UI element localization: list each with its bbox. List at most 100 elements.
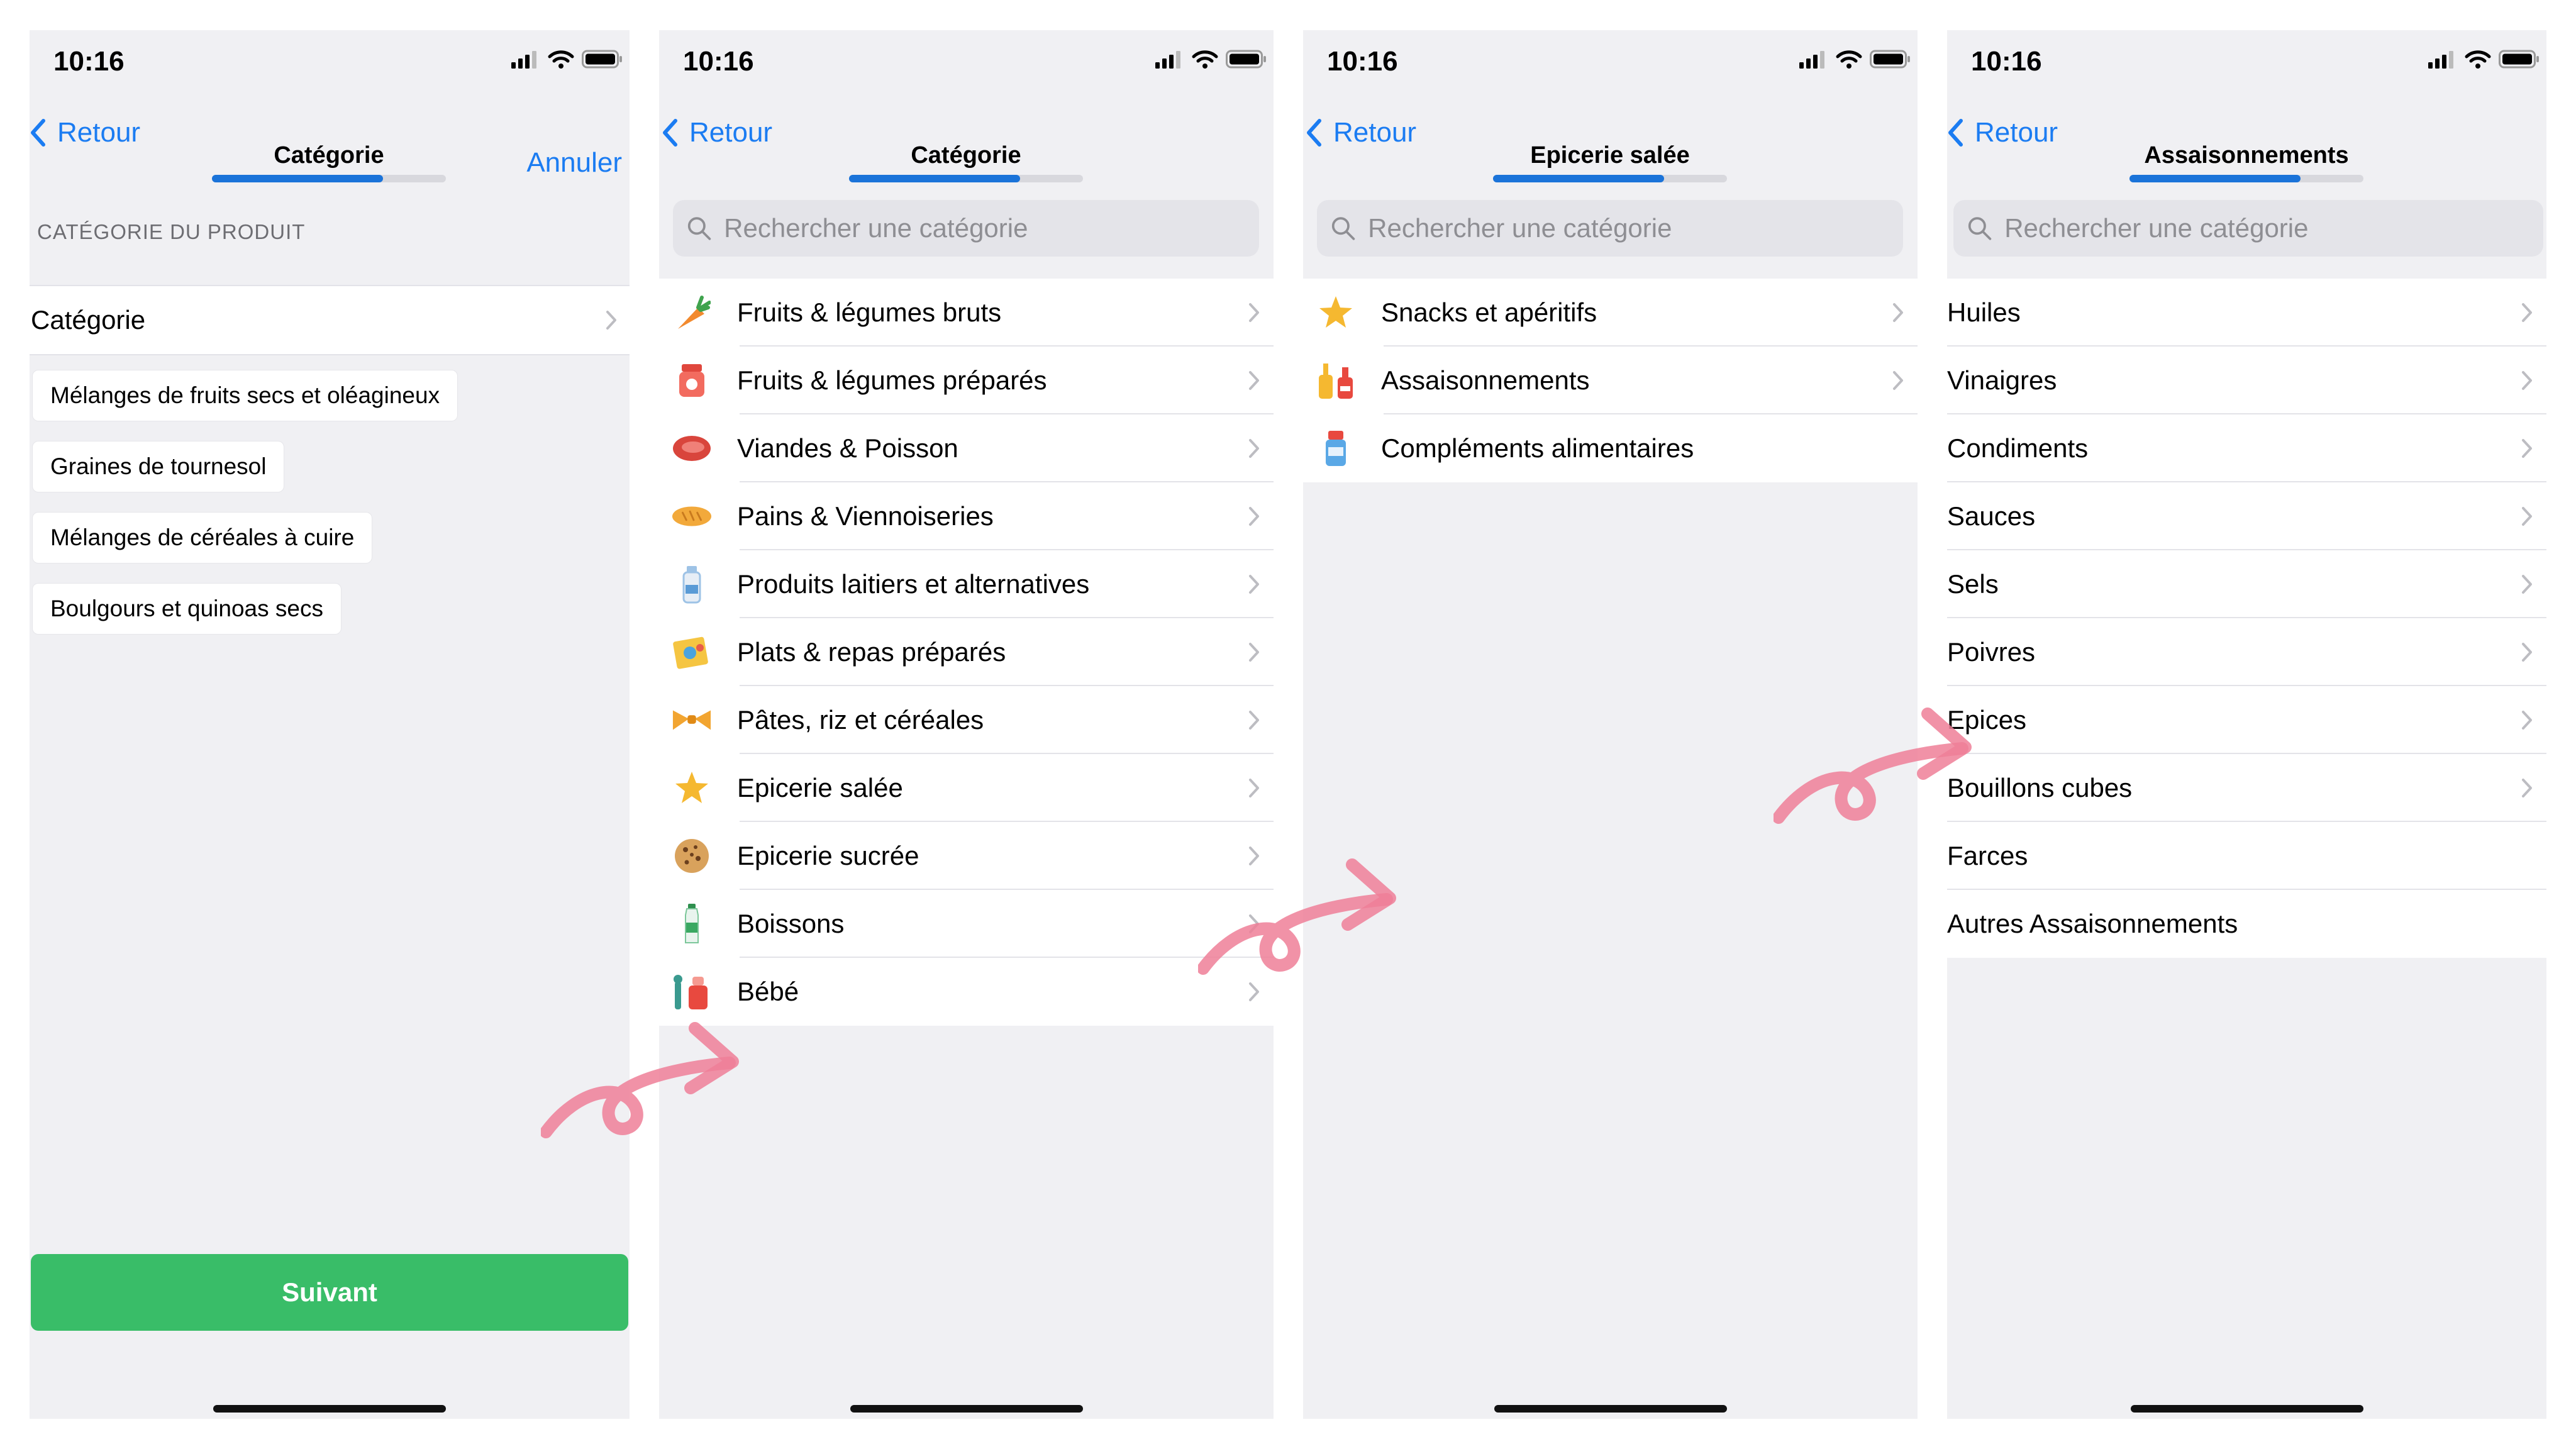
chevron-right-icon bbox=[2522, 779, 2532, 797]
search-input[interactable] bbox=[1367, 213, 1903, 244]
search-icon bbox=[1331, 217, 1355, 240]
list-item[interactable]: Poivres bbox=[1947, 618, 2546, 686]
list-item-label: Produits laitiers et alternatives bbox=[737, 569, 1090, 599]
chevron-right-icon bbox=[1249, 711, 1259, 730]
list-item[interactable]: Boissons bbox=[659, 890, 1274, 958]
list-item[interactable]: Fruits & légumes préparés bbox=[659, 347, 1274, 414]
home-indicator bbox=[2130, 1405, 2363, 1413]
list-item[interactable]: Snacks et apéritifs bbox=[1303, 279, 1918, 347]
chevron-right-icon bbox=[2522, 371, 2532, 390]
list-item[interactable]: Pâtes, riz et céréales bbox=[659, 686, 1274, 754]
home-indicator bbox=[213, 1405, 446, 1413]
next-button[interactable]: Suivant bbox=[31, 1254, 628, 1331]
list-item-label: Pains & Viennoiseries bbox=[737, 501, 994, 531]
list-item-label: Sauces bbox=[1947, 501, 2036, 531]
signal-icon bbox=[1799, 51, 1824, 69]
list-item-label: Fruits & légumes préparés bbox=[737, 365, 1047, 395]
list-item[interactable]: Assaisonnements bbox=[1303, 347, 1918, 414]
list-item[interactable]: Huiles bbox=[1947, 279, 2546, 347]
suggestion-chip[interactable]: Boulgours et quinoas secs bbox=[32, 583, 341, 635]
wifi-icon bbox=[2465, 50, 2491, 69]
category-list: Snacks et apéritifs Assaisonnements Comp… bbox=[1303, 279, 1918, 482]
status-bar: 10:16 bbox=[659, 30, 1274, 93]
back-label: Retour bbox=[689, 117, 773, 148]
condiment-bottles-icon bbox=[1316, 360, 1356, 401]
list-item[interactable]: Plats & repas préparés bbox=[659, 618, 1274, 686]
section-header: CATÉGORIE DU PRODUIT bbox=[37, 220, 306, 243]
back-label: Retour bbox=[1975, 117, 2058, 148]
progress-bar bbox=[1493, 175, 1727, 182]
signal-icon bbox=[511, 51, 536, 69]
baby-bottle-icon bbox=[672, 972, 712, 1012]
list-item[interactable]: Epicerie sucrée bbox=[659, 822, 1274, 890]
status-icons bbox=[511, 49, 623, 69]
page-title: Assaisonnements bbox=[2144, 142, 2349, 169]
list-item[interactable]: Farces bbox=[1947, 822, 2546, 890]
list-item[interactable]: Fruits & légumes bruts bbox=[659, 279, 1274, 347]
list-item[interactable]: Bouillons cubes bbox=[1947, 754, 2546, 822]
status-time: 10:16 bbox=[683, 46, 754, 77]
subcategory-list: Huiles Vinaigres Condiments Sauces Sels … bbox=[1947, 279, 2546, 958]
list-item[interactable]: Pains & Viennoiseries bbox=[659, 482, 1274, 550]
chevron-right-icon bbox=[606, 311, 616, 330]
progress-fill bbox=[212, 175, 383, 182]
screen-assaisonnements: 10:16 Retour Assaisonnements Huiles Vina… bbox=[1947, 30, 2546, 1419]
battery-icon bbox=[2499, 50, 2539, 69]
list-item[interactable]: Viandes & Poisson bbox=[659, 414, 1274, 482]
list-item[interactable]: Epices bbox=[1947, 686, 2546, 754]
chevron-right-icon bbox=[2522, 439, 2532, 458]
back-button[interactable]: Retour bbox=[1947, 111, 2058, 155]
list-item-label: Condiments bbox=[1947, 433, 2089, 463]
signal-icon bbox=[2428, 51, 2453, 69]
chevron-right-icon bbox=[1249, 982, 1259, 1001]
search-input[interactable] bbox=[723, 213, 1259, 244]
status-icons bbox=[1155, 49, 1267, 69]
back-label: Retour bbox=[1333, 117, 1417, 148]
chevron-right-icon bbox=[2522, 575, 2532, 594]
list-item[interactable]: Condiments bbox=[1947, 414, 2546, 482]
suggestion-chip[interactable]: Mélanges de fruits secs et oléagineux bbox=[32, 370, 458, 421]
page-title: Catégorie bbox=[911, 142, 1021, 169]
suggestion-chip[interactable]: Graines de tournesol bbox=[32, 441, 285, 492]
search-bar[interactable] bbox=[673, 200, 1259, 257]
list-item[interactable]: Autres Assaisonnements bbox=[1947, 890, 2546, 958]
search-input[interactable] bbox=[2003, 213, 2543, 244]
category-row[interactable]: Catégorie bbox=[30, 285, 630, 355]
cookie-icon bbox=[672, 836, 712, 876]
list-item[interactable]: Epicerie salée bbox=[659, 754, 1274, 822]
chevron-right-icon bbox=[2522, 507, 2532, 526]
suggestion-chip[interactable]: Mélanges de céréales à cuire bbox=[32, 512, 373, 564]
search-bar[interactable] bbox=[1317, 200, 1903, 257]
search-bar[interactable] bbox=[1953, 200, 2543, 257]
chevron-right-icon bbox=[1249, 643, 1259, 662]
cancel-button[interactable]: Annuler bbox=[526, 147, 622, 179]
status-time: 10:16 bbox=[1327, 46, 1398, 77]
supplement-bottle-icon bbox=[1316, 428, 1356, 469]
list-item[interactable]: Compléments alimentaires bbox=[1303, 414, 1918, 482]
progress-bar bbox=[2129, 175, 2363, 182]
screen-category-list: 10:16 Retour Catégorie Fruits & légumes … bbox=[659, 30, 1274, 1419]
list-item-label: Autres Assaisonnements bbox=[1947, 909, 2238, 938]
list-item[interactable]: Sels bbox=[1947, 550, 2546, 618]
wifi-icon bbox=[1192, 50, 1218, 69]
carrot-icon bbox=[672, 292, 712, 333]
back-button[interactable]: Retour bbox=[662, 111, 772, 155]
list-item[interactable]: Produits laitiers et alternatives bbox=[659, 550, 1274, 618]
progress-fill bbox=[849, 175, 1020, 182]
list-item-label: Epicerie sucrée bbox=[737, 841, 919, 870]
list-item[interactable]: Vinaigres bbox=[1947, 347, 2546, 414]
list-item-label: Epices bbox=[1947, 705, 2027, 735]
list-item-label: Farces bbox=[1947, 841, 2028, 870]
wifi-icon bbox=[1836, 50, 1862, 69]
list-item-label: Huiles bbox=[1947, 297, 2021, 327]
status-icons bbox=[2428, 49, 2540, 69]
chevron-right-icon bbox=[1249, 507, 1259, 526]
back-button[interactable]: Retour bbox=[1306, 111, 1416, 155]
list-item[interactable]: Bébé bbox=[659, 958, 1274, 1026]
chevron-right-icon bbox=[1249, 371, 1259, 390]
back-button[interactable]: Retour bbox=[30, 111, 140, 155]
list-item-label: Viandes & Poisson bbox=[737, 433, 958, 463]
list-item[interactable]: Sauces bbox=[1947, 482, 2546, 550]
screen-product-category: 10:16 Retour Catégorie Annuler CATÉGORIE… bbox=[30, 30, 630, 1419]
chevron-right-icon bbox=[1249, 914, 1259, 933]
